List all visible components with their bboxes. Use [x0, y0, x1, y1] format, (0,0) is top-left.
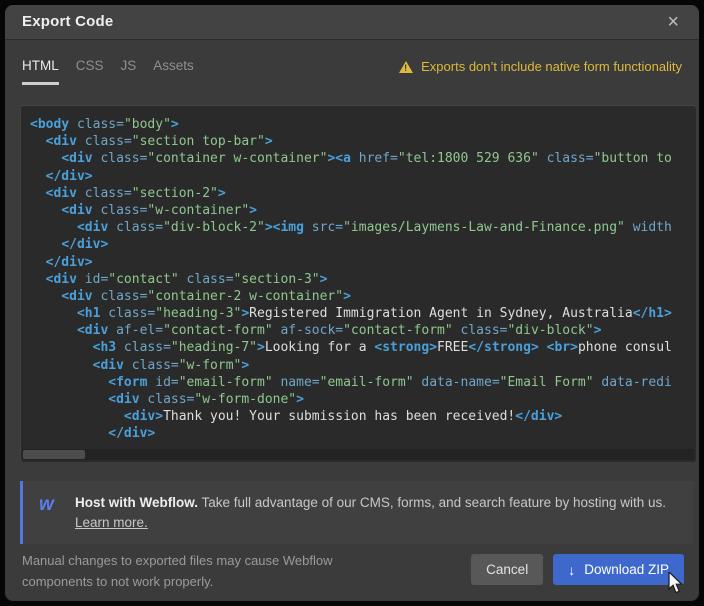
banner-text: Host with Webflow. Take full advantage o… [75, 493, 677, 533]
learn-more-link[interactable]: Learn more. [75, 515, 148, 530]
dialog-actions: Cancel ↓ Download ZIP [471, 554, 684, 585]
horizontal-scrollbar[interactable] [22, 449, 694, 460]
footer-note: Manual changes to exported files may cau… [22, 550, 332, 592]
close-icon[interactable]: × [661, 9, 685, 36]
tab-css[interactable]: CSS [76, 58, 104, 85]
download-arrow-icon: ↓ [568, 563, 575, 577]
download-zip-label: Download ZIP [584, 562, 669, 577]
warning-triangle-icon: ! [399, 61, 413, 73]
footer-note-line2: components to not work properly. [22, 571, 332, 592]
tab-list: HTML CSS JS Assets [22, 58, 194, 85]
banner-rest-text: Take full advantage of our CMS, forms, a… [198, 495, 666, 510]
tab-html[interactable]: HTML [22, 58, 59, 85]
scrollbar-thumb[interactable] [23, 450, 85, 459]
tab-js[interactable]: JS [121, 58, 137, 85]
footer-note-line1: Manual changes to exported files may cau… [22, 550, 332, 571]
dialog-title: Export Code [22, 13, 113, 30]
code-editor[interactable]: <body class="body"> <div class="section … [20, 105, 696, 462]
webflow-logo-icon: w [39, 495, 54, 514]
banner-bold-text: Host with Webflow. [75, 495, 198, 510]
export-code-dialog: Export Code × HTML CSS JS Assets ! Expor… [5, 5, 699, 601]
export-warning: ! Exports don’t include native form func… [399, 59, 682, 74]
code-lines: <body class="body"> <div class="section … [20, 105, 696, 448]
tabs-row: HTML CSS JS Assets ! Exports don’t inclu… [5, 40, 699, 94]
dialog-titlebar: Export Code × [5, 5, 699, 40]
download-zip-button[interactable]: ↓ Download ZIP [553, 554, 684, 585]
cancel-button[interactable]: Cancel [471, 554, 543, 585]
warning-text: Exports don’t include native form functi… [421, 59, 682, 74]
tab-assets[interactable]: Assets [153, 58, 194, 85]
host-with-webflow-banner: w Host with Webflow. Take full advantage… [20, 481, 693, 544]
